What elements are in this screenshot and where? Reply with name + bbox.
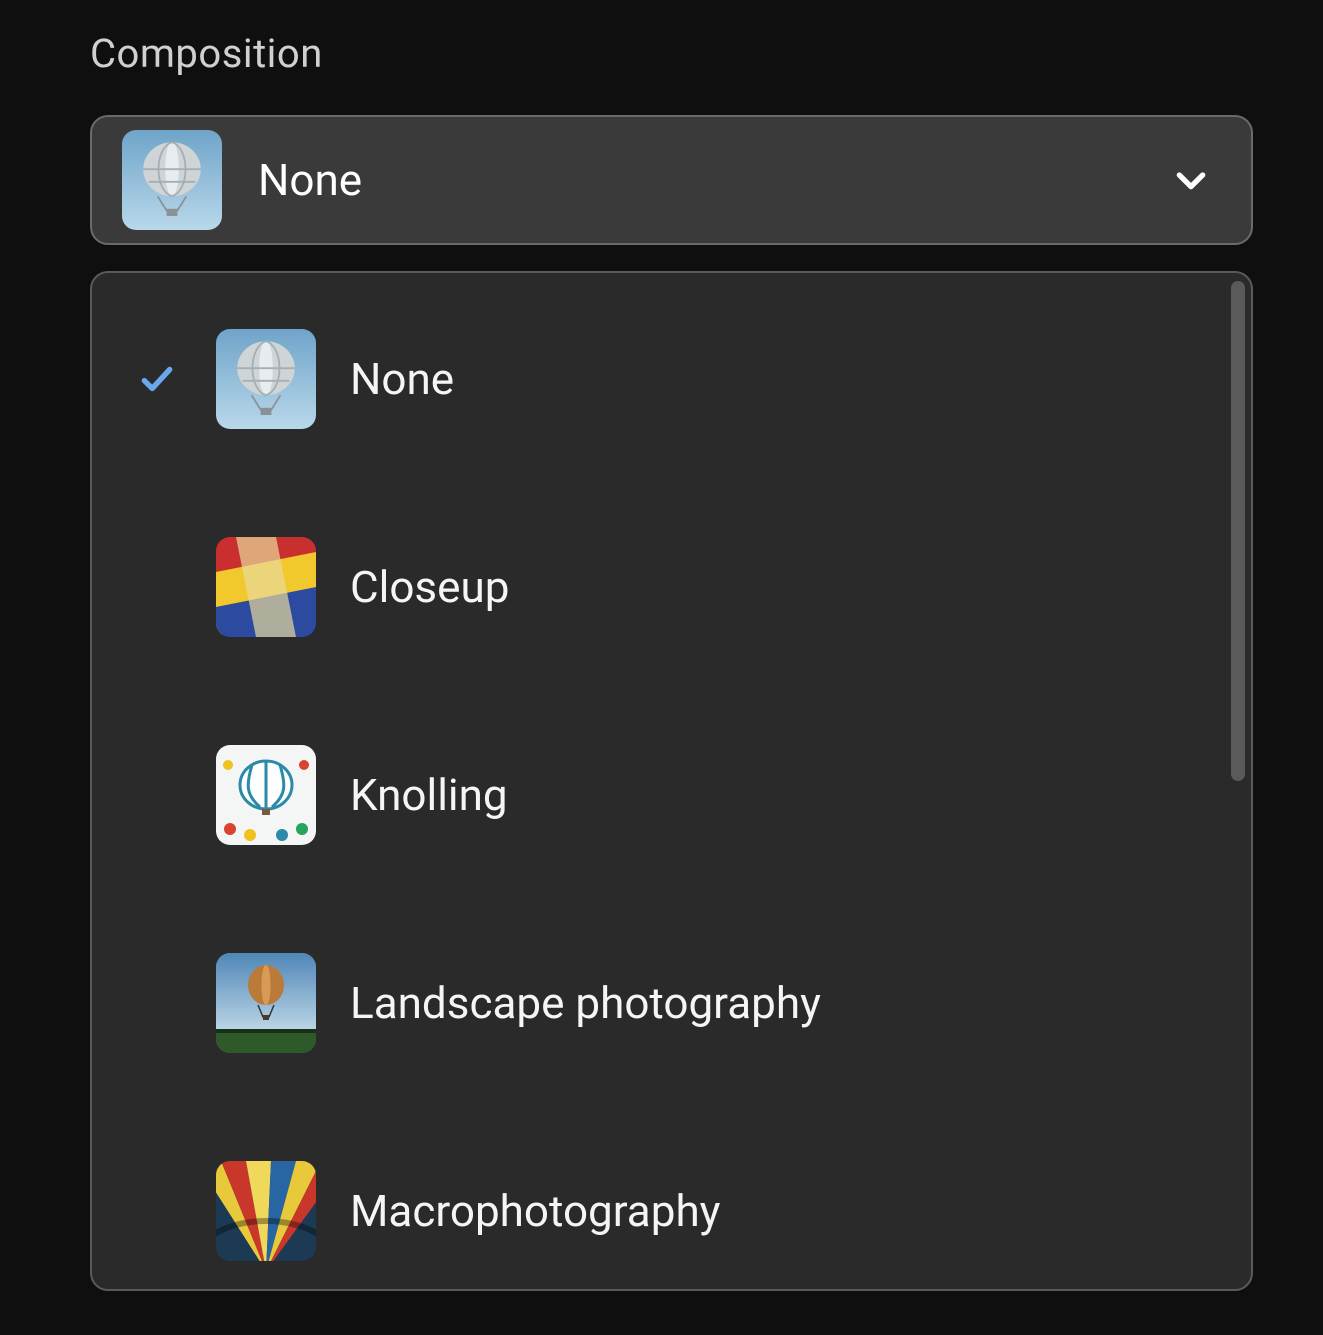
- selected-label: None: [258, 154, 1171, 206]
- dropdown-scrollbar-thumb[interactable]: [1231, 281, 1245, 781]
- dropdown-scrollbar[interactable]: [1231, 281, 1245, 1041]
- chevron-down-icon: [1171, 160, 1211, 200]
- check-icon: [132, 360, 182, 398]
- composition-dropdown-list: None Closeup: [90, 271, 1253, 1291]
- option-label: None: [350, 353, 454, 405]
- composition-option-landscape[interactable]: Landscape photography: [122, 929, 1227, 1077]
- composition-option-closeup[interactable]: Closeup: [122, 513, 1227, 661]
- option-thumbnail: [216, 953, 316, 1053]
- composition-panel: Composition None: [0, 0, 1323, 1291]
- composition-option-macro[interactable]: Macrophotography: [122, 1137, 1227, 1285]
- option-thumbnail: [216, 537, 316, 637]
- option-label: Knolling: [350, 769, 508, 821]
- selected-thumbnail: [122, 130, 222, 230]
- composition-option-knolling[interactable]: Knolling: [122, 721, 1227, 869]
- dropdown-inner: None Closeup: [92, 283, 1247, 1285]
- option-label: Macrophotography: [350, 1185, 721, 1237]
- composition-option-none[interactable]: None: [122, 305, 1227, 453]
- option-thumbnail: [216, 329, 316, 429]
- composition-dropdown-trigger[interactable]: None: [90, 115, 1253, 245]
- option-label: Landscape photography: [350, 977, 821, 1029]
- option-thumbnail: [216, 1161, 316, 1261]
- option-thumbnail: [216, 745, 316, 845]
- section-label-composition: Composition: [90, 30, 1253, 77]
- option-label: Closeup: [350, 561, 509, 613]
